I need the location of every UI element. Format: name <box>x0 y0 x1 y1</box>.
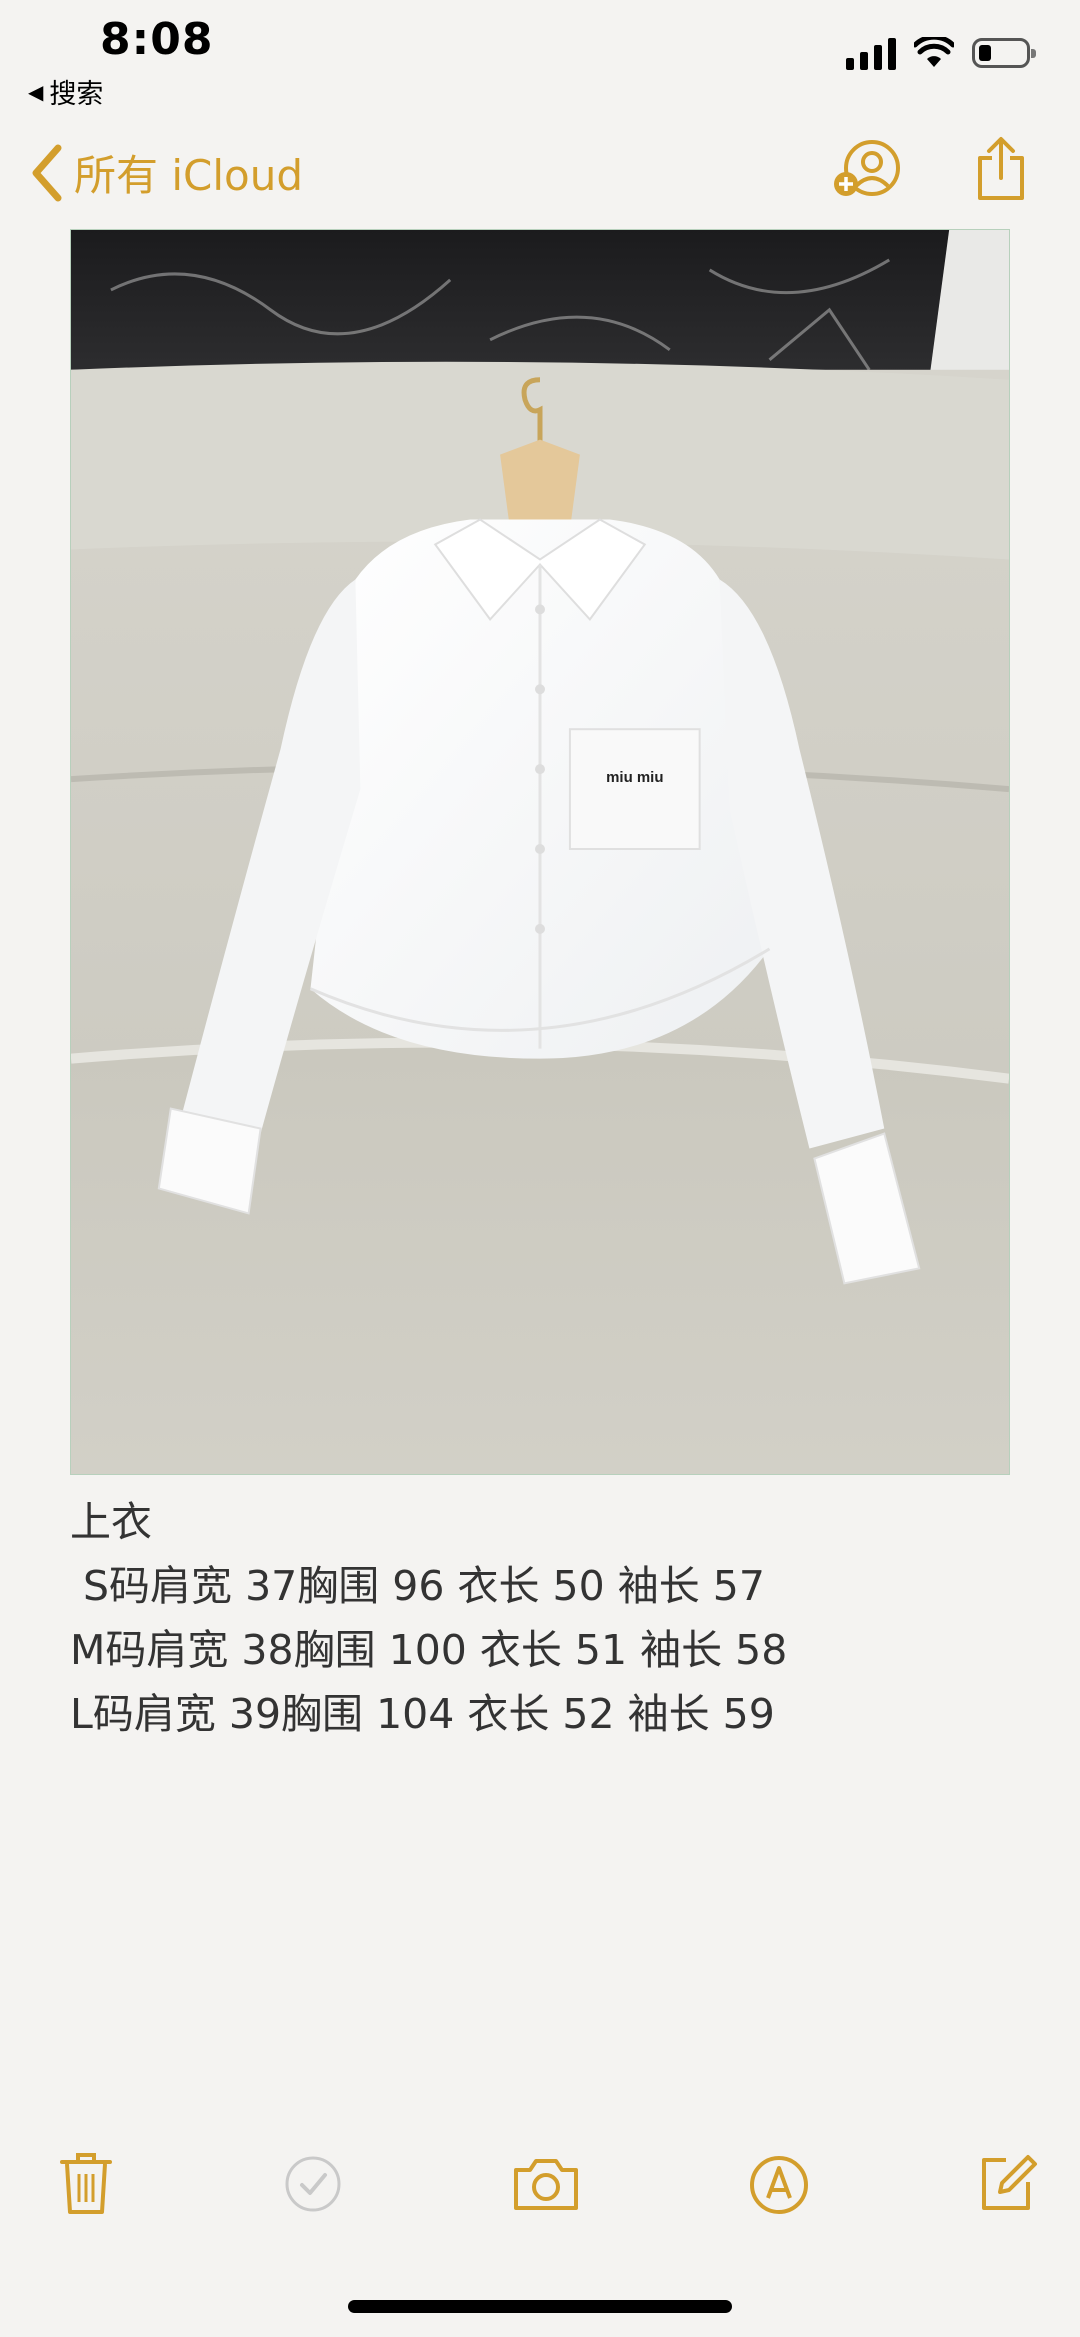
note-line: L码肩宽 39胸围 104 衣长 52 袖长 59 <box>70 1690 775 1738</box>
camera-icon[interactable] <box>512 2156 580 2212</box>
chevron-left-icon <box>32 144 62 201</box>
bottom-toolbar <box>0 2150 1080 2240</box>
status-time: 8:08 <box>100 14 214 65</box>
note-line: S码肩宽 37胸围 96 衣长 50 袖长 57 <box>70 1562 765 1610</box>
back-button-label: 所有 iCloud <box>74 151 303 200</box>
back-button[interactable]: 所有 iCloud <box>30 142 303 203</box>
back-app-label: 搜索 <box>49 79 104 110</box>
note-body[interactable]: 上衣 S码肩宽 37胸围 96 衣长 50 袖长 57 M码肩宽 38胸围 10… <box>70 1490 787 1746</box>
system-indicators <box>846 36 1036 70</box>
wifi-icon <box>914 37 954 67</box>
cellular-signal-icon <box>846 36 896 70</box>
checklist-icon[interactable] <box>283 2154 343 2214</box>
home-indicator[interactable] <box>348 2300 732 2313</box>
status-bar: 8:08 ◀ 搜索 <box>0 0 1080 120</box>
back-to-app-link[interactable]: ◀ 搜索 <box>28 72 103 111</box>
back-triangle-icon: ◀ <box>28 79 44 104</box>
note-line: 上衣 <box>70 1498 152 1546</box>
markup-icon[interactable] <box>748 2154 810 2216</box>
shirt-photo: miu miu <box>71 230 1009 1474</box>
navigation-bar: 所有 iCloud <box>0 130 1080 240</box>
note-line: M码肩宽 38胸围 100 衣长 51 袖长 58 <box>70 1626 788 1674</box>
trash-icon[interactable] <box>58 2150 114 2216</box>
person-add-icon[interactable] <box>832 138 904 200</box>
battery-icon <box>972 38 1036 68</box>
share-icon[interactable] <box>974 136 1028 202</box>
svg-text:miu miu: miu miu <box>606 769 663 786</box>
photo-attachment[interactable]: miu miu <box>70 229 1010 1475</box>
compose-icon[interactable] <box>976 2152 1038 2214</box>
